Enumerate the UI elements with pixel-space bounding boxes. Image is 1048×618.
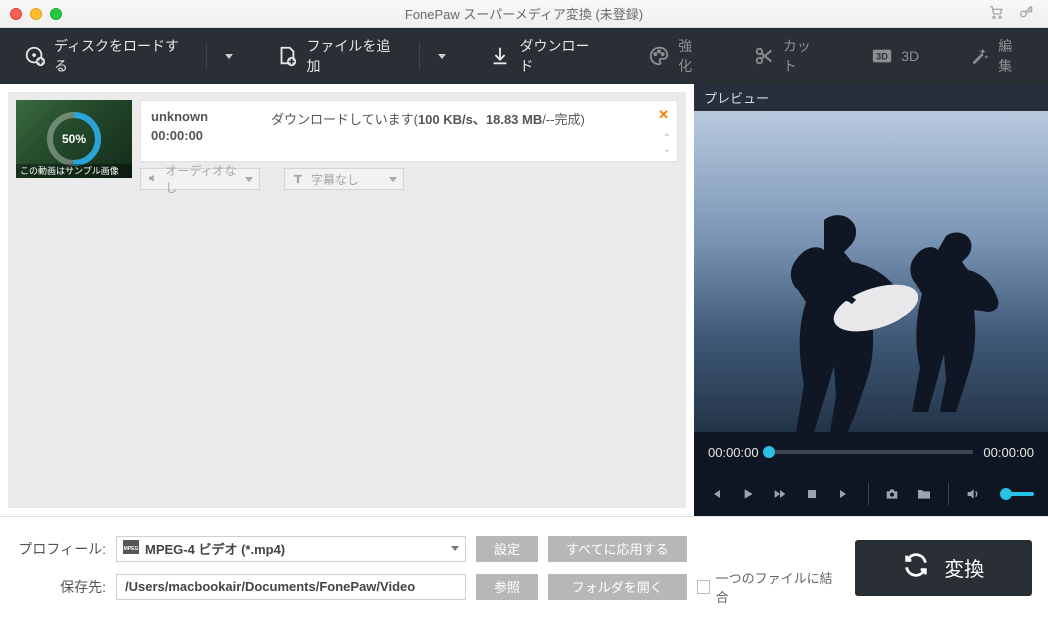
convert-label: 変換 [944,553,984,582]
load-disc-label: ディスクをロードする [54,36,186,76]
convert-button[interactable]: 変換 [855,540,1032,596]
file-list-panel: 50% この動画はサンプル画像 unknown 00:00:00 ダウンロードし… [0,84,694,516]
seek-slider[interactable] [769,450,974,454]
chevron-down-icon [451,546,459,551]
item-filename: unknown [151,109,271,124]
list-item[interactable]: 50% この動画はサンプル画像 unknown 00:00:00 ダウンロードし… [16,100,678,190]
merge-checkbox[interactable] [697,580,710,594]
3d-button[interactable]: 3D 3D [865,39,925,73]
window-title: FonePaw スーパーメディア変換 (未登録) [405,4,643,23]
subtitle-select[interactable]: 字幕なし [284,168,404,190]
thumbnail: 50% この動画はサンプル画像 [16,100,132,178]
enhance-label: 強化 [678,36,704,76]
chevron-down-icon [389,177,397,182]
edit-button[interactable]: 編集 [962,30,1030,82]
close-window-icon[interactable] [10,8,22,20]
audio-track-value: オーディオなし [165,162,239,196]
skip-end-button[interactable] [836,486,852,502]
disc-icon [24,45,46,67]
svg-text:3D: 3D [876,52,888,62]
scissors-icon [753,45,775,67]
speaker-icon [147,172,159,186]
window-controls [0,8,62,20]
volume-slider[interactable] [1001,492,1034,496]
mpeg-icon: MPEG [123,540,139,557]
subtitle-value: 字幕なし [311,171,359,188]
merge-label: 一つのファイルに結合 [716,568,835,606]
skip-start-button[interactable] [708,486,724,502]
download-button[interactable]: ダウンロード [483,30,605,82]
preview-panel: プレビュー 00:00:00 00:00:00 [694,84,1048,516]
load-disc-dropdown[interactable] [225,54,233,59]
remove-item-button[interactable]: ✕ [658,107,669,123]
preview-image [694,111,1048,432]
load-disc-button[interactable]: ディスクをロードする [18,30,192,82]
toolbar: ディスクをロードする ファイルを追加 ダウンロード 強化 カット 3D [0,28,1048,84]
cut-button[interactable]: カット [747,30,828,82]
enhance-button[interactable]: 強化 [642,30,710,82]
fast-forward-button[interactable] [772,486,788,502]
preview-time-start: 00:00:00 [708,445,759,460]
apply-all-button[interactable]: すべてに応用する [548,536,687,562]
palette-icon [648,45,670,67]
thumbnail-caption: この動画はサンプル画像 [16,164,132,178]
settings-button[interactable]: 設定 [476,536,538,562]
preview-time-end: 00:00:00 [983,445,1034,460]
item-status: ダウンロードしています(100 KB/s、18.83 MB/--完成) [271,109,585,128]
add-file-button[interactable]: ファイルを追加 [270,30,405,82]
magic-wand-icon [968,45,990,67]
stop-button[interactable] [804,486,820,502]
download-label: ダウンロード [519,36,599,76]
profile-value: MPEG-4 ビデオ (*.mp4) [145,539,285,558]
progress-percent: 50% [62,132,86,146]
volume-icon[interactable] [965,486,981,502]
audio-track-select[interactable]: オーディオなし [140,168,260,190]
3d-icon: 3D [871,45,893,67]
convert-icon [902,551,930,585]
snapshot-button[interactable] [884,486,900,502]
minimize-window-icon[interactable] [30,8,42,20]
item-duration: 00:00:00 [151,128,271,143]
edit-label: 編集 [998,36,1024,76]
text-icon [291,172,305,186]
save-path-input[interactable] [116,574,466,600]
item-card: unknown 00:00:00 ダウンロードしています(100 KB/s、18… [140,100,678,162]
open-folder-button[interactable] [916,486,932,502]
bottom-bar: プロフィール: MPEG MPEG-4 ビデオ (*.mp4) 設定 すべてに応… [0,516,1048,618]
profile-select[interactable]: MPEG MPEG-4 ビデオ (*.mp4) [116,536,466,562]
save-label: 保存先: [16,577,106,597]
svg-text:MPEG: MPEG [124,546,139,552]
play-button[interactable] [740,486,756,502]
item-scroll-hint: ⌃⌄ [663,133,671,155]
titlebar: FonePaw スーパーメディア変換 (未登録) [0,0,1048,28]
key-icon[interactable] [1018,4,1034,23]
download-icon [489,45,511,67]
zoom-window-icon[interactable] [50,8,62,20]
preview-title: プレビュー [694,84,1048,111]
cut-label: カット [783,36,822,76]
add-file-label: ファイルを追加 [306,36,399,76]
progress-ring: 50% [45,110,103,168]
cart-icon[interactable] [988,4,1004,23]
file-add-icon [276,45,298,67]
3d-label: 3D [901,48,919,64]
open-folder-button[interactable]: フォルダを開く [548,574,687,600]
chevron-down-icon [245,177,253,182]
browse-button[interactable]: 参照 [476,574,538,600]
add-file-dropdown[interactable] [438,54,446,59]
profile-label: プロフィール: [16,539,106,559]
